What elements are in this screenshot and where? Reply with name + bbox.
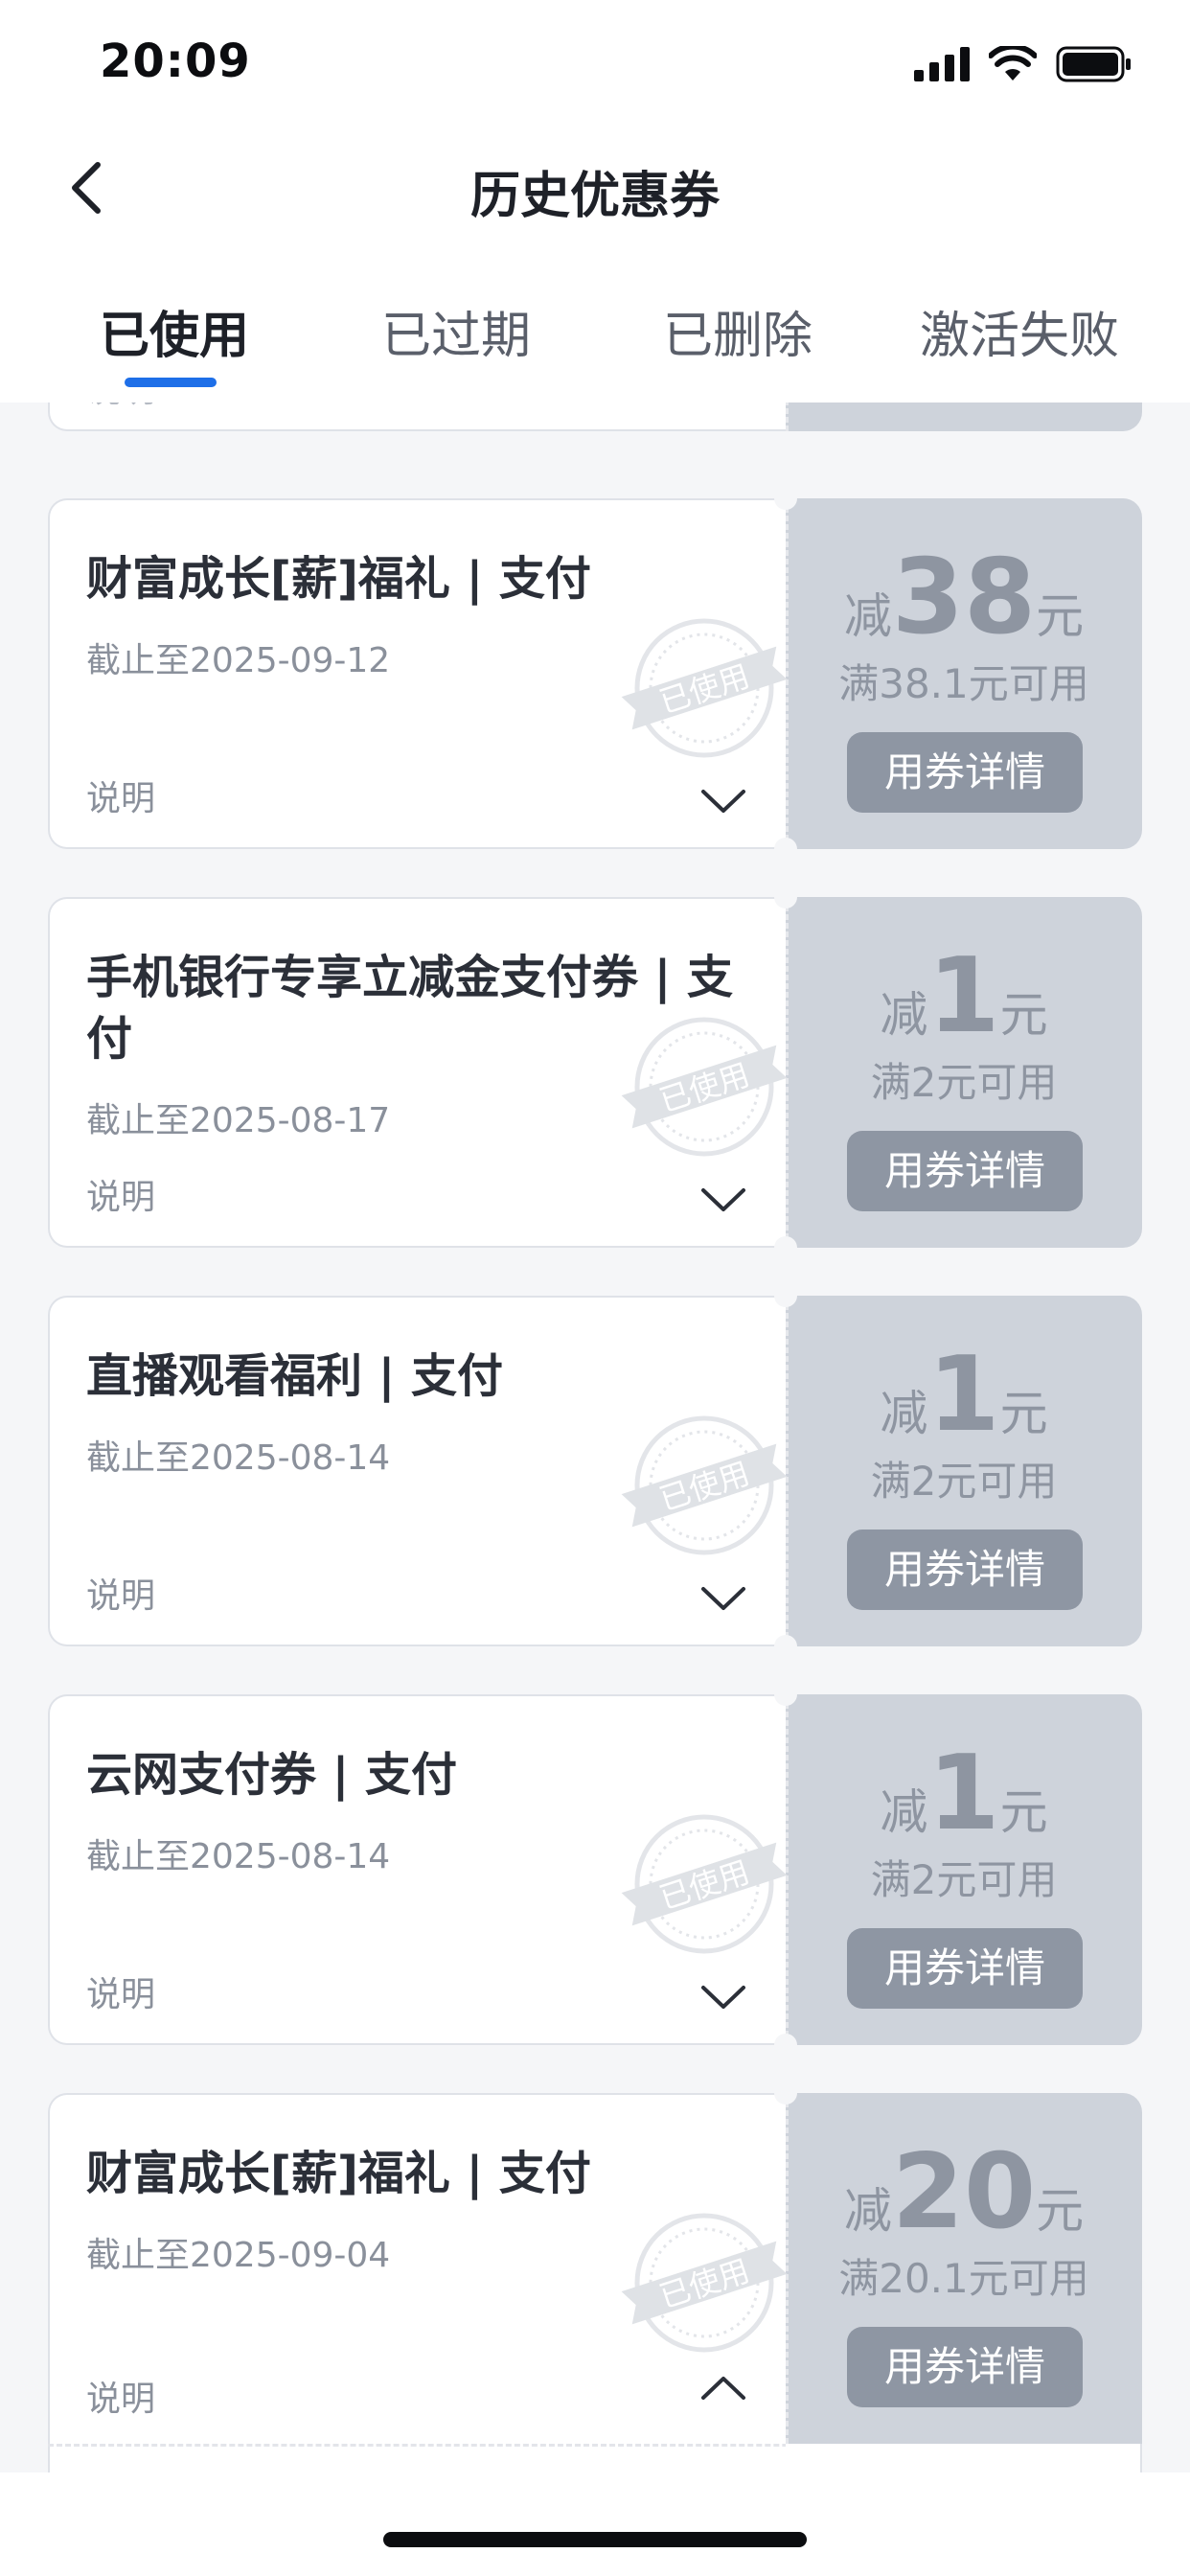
- status-icons: [914, 46, 1133, 82]
- coupon-condition: 满38.1元可用: [838, 660, 1089, 707]
- used-stamp-text: 已使用: [655, 1056, 754, 1119]
- coupon-description-label[interactable]: 说明: [86, 2371, 155, 2421]
- tab-expired[interactable]: 已过期: [381, 295, 531, 367]
- wifi-icon: [989, 46, 1037, 80]
- coupon-description-label[interactable]: 说明: [86, 770, 155, 820]
- coupon-condition: 满2元可用: [870, 1856, 1058, 1903]
- coupon-description-label[interactable]: 说明: [86, 402, 155, 412]
- coupon-value-panel: 减1元 满2元可用 用券详情: [786, 897, 1142, 1248]
- coupon-expiry-date: 截止至2025-09-04: [86, 2236, 391, 2275]
- coupon-amount: 减1元: [880, 936, 1048, 1056]
- home-indicator-area: [0, 2472, 1190, 2576]
- coupon-amount: 减1元: [880, 1335, 1048, 1455]
- coupon-expiry-date: 截止至2025-08-17: [86, 1101, 391, 1140]
- tab-activation-failed[interactable]: 激活失败: [920, 295, 1119, 367]
- tab-indicator: [125, 378, 217, 387]
- coupon-card: 手机银行专享立减金支付券 | 支付 截止至2025-08-17 已使用 说明 减…: [48, 886, 1142, 1259]
- used-stamp-text: 已使用: [655, 2252, 754, 2315]
- coupon-detail-button[interactable]: 用券详情: [847, 1928, 1083, 2009]
- coupon-card: 直播观看福利 | 支付 截止至2025-08-14 已使用 说明 减1元 满2元…: [48, 1284, 1142, 1658]
- coupon-title: 财富成长[薪]福礼 | 支付: [86, 552, 591, 606]
- cellular-signal-icon: [914, 47, 970, 81]
- coupon-condition: 满20.1元可用: [838, 2255, 1089, 2302]
- coupon-amount: 减38元: [843, 538, 1085, 657]
- coupon-description-label[interactable]: 说明: [86, 1966, 155, 2016]
- coupon-value-panel: 减1元 满2元可用 用券详情: [786, 1296, 1142, 1646]
- tab-bar: 已使用 已过期 已删除 激活失败: [0, 249, 1190, 402]
- coupon-title: 直播观看福利 | 支付: [86, 1349, 503, 1403]
- used-stamp-text: 已使用: [655, 1455, 754, 1518]
- coupon-list[interactable]: 说明 财富成长[薪]福礼 | 支付 截止至2025-09-12 已使用 说: [0, 402, 1190, 2472]
- tab-deleted[interactable]: 已删除: [663, 295, 812, 367]
- used-stamp-text: 已使用: [655, 657, 754, 721]
- coupon-condition: 满2元可用: [870, 1059, 1058, 1106]
- chevron-down-icon[interactable]: [699, 402, 747, 406]
- coupon-detail-button[interactable]: 用券详情: [847, 732, 1083, 813]
- status-bar: 20:09: [0, 0, 1190, 126]
- coupon-expiry-date: 截止至2025-08-14: [86, 1438, 391, 1478]
- coupon-expiry-date: 截止至2025-09-12: [86, 641, 391, 680]
- coupon-card-partial: 说明: [48, 402, 1142, 431]
- coupon-amount: 减20元: [843, 2132, 1085, 2252]
- coupon-card: 财富成长[薪]福礼 | 支付 截止至2025-09-12 已使用 说明 减38元…: [48, 487, 1142, 861]
- coupon-value-panel: 减20元 满20.1元可用 用券详情: [786, 2093, 1142, 2444]
- chevron-down-icon[interactable]: [699, 1982, 747, 2012]
- used-stamp-text: 已使用: [655, 1853, 754, 1917]
- coupon-title: 云网支付券 | 支付: [86, 1748, 457, 1802]
- coupon-description-label[interactable]: 说明: [86, 1568, 155, 1618]
- coupon-card-expanded: 财富成长[薪]福礼 | 支付 截止至2025-09-04 已使用 说明 减20元…: [48, 2082, 1142, 2472]
- used-stamp-icon: 已使用: [621, 1017, 788, 1157]
- coupon-detail-button[interactable]: 用券详情: [847, 1131, 1083, 1211]
- coupon-detail-button[interactable]: 用券详情: [847, 1530, 1083, 1610]
- battery-icon: [1056, 46, 1131, 82]
- home-indicator[interactable]: [383, 2532, 807, 2547]
- used-stamp-icon: 已使用: [621, 618, 788, 758]
- coupon-card: 云网支付券 | 支付 截止至2025-08-14 已使用 说明 减1元 满2元可…: [48, 1683, 1142, 2057]
- history-coupons-screen: 20:09 历史优惠券 已使用 已过期 已删除 激活失败 财富成长[薪]福礼 |…: [0, 0, 1190, 2576]
- used-stamp-icon: 已使用: [621, 2213, 788, 2353]
- coupon-value-panel: 减38元 满38.1元可用 用券详情: [786, 498, 1142, 849]
- status-time: 20:09: [100, 34, 251, 88]
- coupon-amount: 减1元: [880, 1734, 1048, 1853]
- navigation-bar: 历史优惠券: [0, 126, 1190, 249]
- chevron-up-icon[interactable]: [699, 2373, 747, 2404]
- tab-used[interactable]: 已使用: [100, 295, 249, 367]
- used-stamp-icon: 已使用: [621, 1814, 788, 1954]
- page-title: 历史优惠券: [469, 168, 720, 225]
- chevron-down-icon[interactable]: [699, 1583, 747, 1614]
- coupon-expiry-date: 截止至2025-08-14: [86, 1837, 391, 1876]
- coupon-detail-button[interactable]: 用券详情: [847, 2327, 1083, 2407]
- chevron-down-icon[interactable]: [699, 786, 747, 816]
- coupon-value-panel: 减1元 满2元可用 用券详情: [786, 1694, 1142, 2045]
- coupon-title: 财富成长[薪]福礼 | 支付: [86, 2147, 591, 2200]
- chevron-down-icon[interactable]: [699, 1184, 747, 1215]
- coupon-description-label[interactable]: 说明: [86, 1169, 155, 1219]
- coupon-condition: 满2元可用: [870, 1458, 1058, 1505]
- used-stamp-icon: 已使用: [621, 1415, 788, 1555]
